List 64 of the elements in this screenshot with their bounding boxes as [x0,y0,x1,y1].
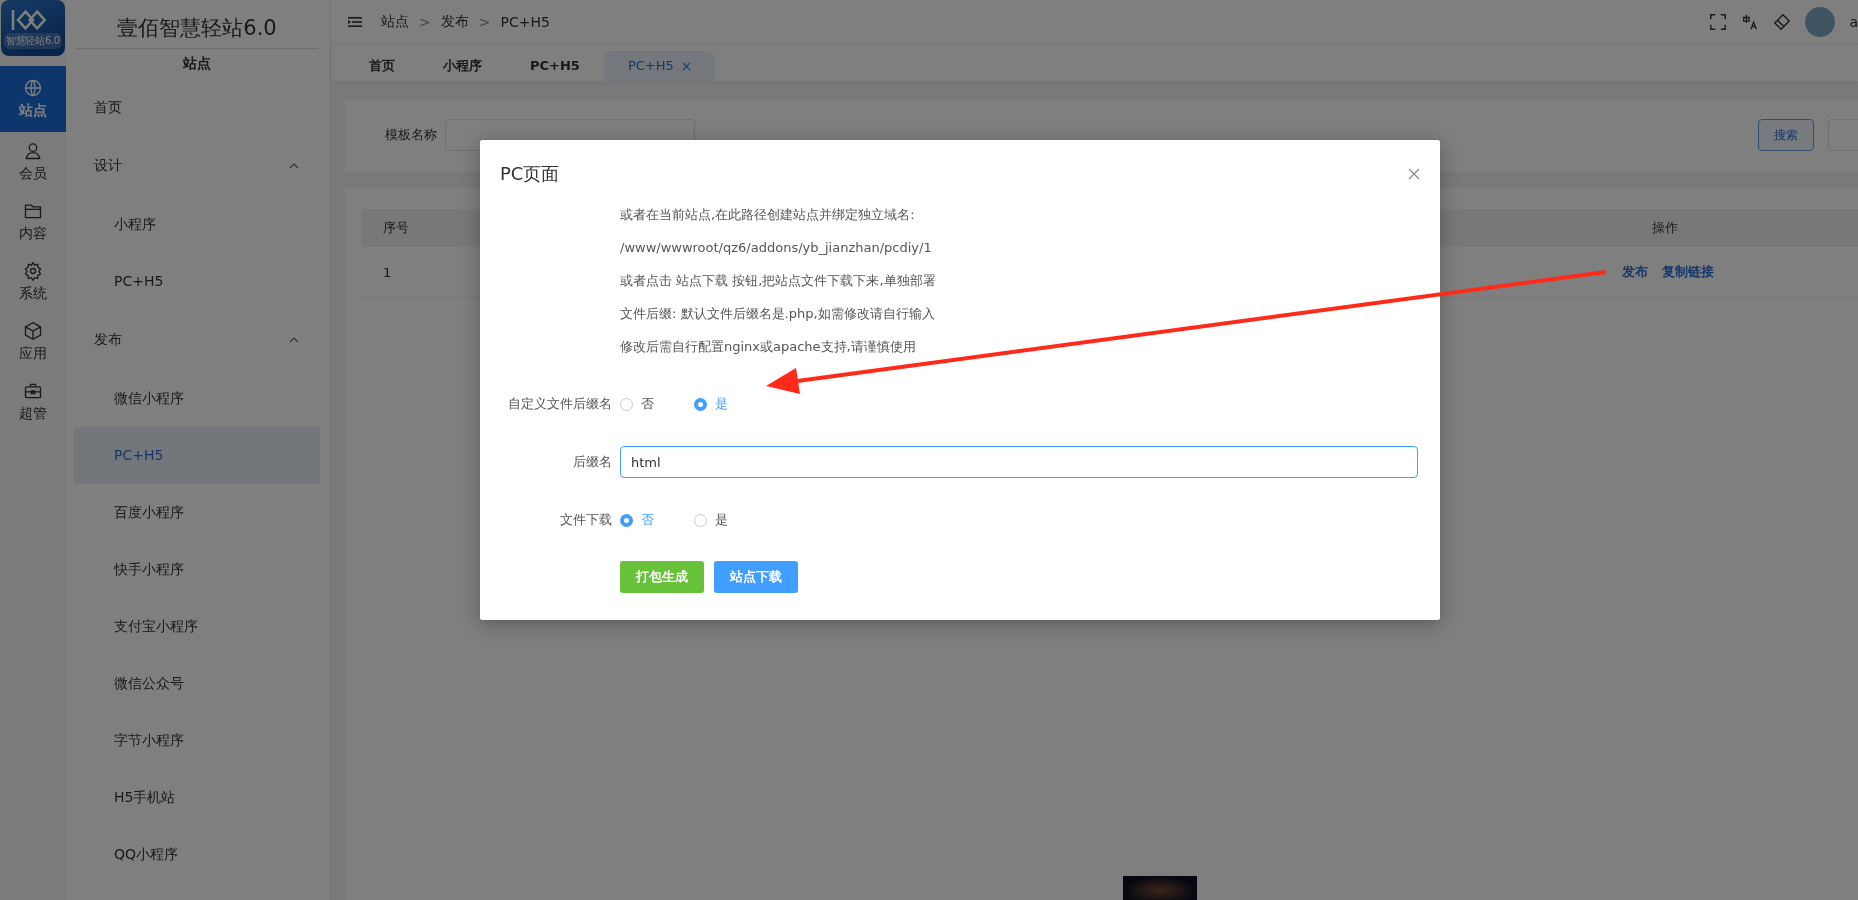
menu-item[interactable]: 百度小程序 [74,484,320,541]
user-name[interactable]: a [1849,14,1858,30]
rail-item[interactable]: 系统 [0,252,66,312]
breadcrumb-item[interactable]: 发布 [440,13,469,31]
menu-item[interactable]: 微信公众号 [74,655,320,712]
breadcrumb-item[interactable]: PC+H5 [500,14,550,30]
menu-icon[interactable] [347,14,363,30]
action-button[interactable]: 站点下载 [714,561,798,593]
note-text: /www/wwwroot/qz6/addons/yb_jianzhan/pcdiy/1 [619,239,933,257]
section-title: 站点 [183,55,211,73]
radio-option[interactable]: 是 [694,511,728,529]
column-header: 操作 [1651,219,1679,237]
tab[interactable]: 小程序 [419,51,506,81]
note-text: 或者在当前站点,在此路径创建站点并绑定独立域名: [619,206,916,224]
action-link[interactable]: 发布 [1622,263,1648,281]
field-label: 模板名称 [385,126,437,144]
close-icon[interactable] [1408,168,1420,180]
user-icon [23,141,43,161]
menu-item[interactable]: QQ小程序 [74,826,320,883]
field-label: 后缀名 [572,453,613,471]
tab[interactable]: PC+H5 [506,51,604,81]
suffix-input[interactable]: html [620,446,1418,478]
note-text: 或者点击 站点下载 按钮,把站点文件下载下来,单独部署 [619,272,937,290]
box-icon [23,321,43,341]
table-cell-text: 1 [382,264,393,280]
tab[interactable]: 首页 [345,51,419,81]
menu-group[interactable]: 发布 [74,310,320,370]
globe-icon [23,78,43,98]
search-button[interactable]: 搜索 [1758,119,1814,151]
note-text: 修改后需自行配置nginx或apache支持,请谨慎使用 [619,338,917,356]
fullscreen-icon[interactable] [1709,13,1728,31]
rail-item[interactable]: 超管 [0,372,66,432]
menu-item[interactable]: H5手机站 [74,769,320,826]
field-label: 文件下载 [559,511,613,529]
breadcrumb-separator: > [478,14,491,30]
radio-option[interactable]: 否 [620,395,654,413]
breadcrumb-item[interactable]: 站点 [381,13,409,31]
menu-item[interactable]: 微信小程序 [74,370,320,427]
app-title: 壹佰智慧轻站6.0 [116,15,278,42]
column-header: 序号 [382,219,410,237]
rail-item[interactable]: 站点 [0,66,66,132]
field-label: 自定义文件后缀名 [507,395,613,413]
menu-item[interactable]: 支付宝小程序 [74,598,320,655]
close-icon[interactable] [681,61,691,71]
translate-icon[interactable] [1741,13,1760,31]
gear-icon [23,261,43,281]
menu-item[interactable]: 小程序 [74,196,320,253]
rail-item[interactable]: 应用 [0,312,66,372]
rail-item[interactable]: 内容 [0,192,66,252]
menu-item[interactable]: PC+H5 [74,253,320,310]
rail-item[interactable]: 会员 [0,132,66,192]
dialog-title: PC页面 [500,162,560,186]
radio-option[interactable]: 是 [694,395,728,413]
menu-group[interactable]: 设计 [74,136,320,196]
toolbox-icon [23,381,43,401]
menu-item[interactable]: 快手小程序 [74,541,320,598]
tab[interactable]: PC+H5 [603,51,715,81]
note-text: 文件后缀: 默认文件后缀名是.php,如需修改请自行输入 [619,305,936,323]
radio-option[interactable]: 否 [620,511,654,529]
menu-item[interactable]: 首页 [74,79,320,136]
breadcrumb-separator: > [419,14,431,30]
menu-item[interactable]: PC+H5 [74,427,320,484]
action-link[interactable]: 复制链接 [1662,263,1714,281]
menu-item[interactable]: 字节小程序 [74,712,320,769]
